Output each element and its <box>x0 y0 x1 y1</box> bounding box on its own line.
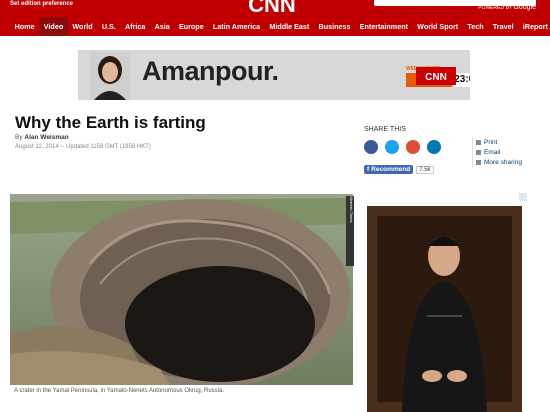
powered-by-label: POWERED BY <box>478 5 513 11</box>
nav-item-europe[interactable]: Europe <box>174 17 208 36</box>
nav-item-asia[interactable]: Asia <box>150 17 174 36</box>
top-bar: Set edition preference CNN POWERED BY Go… <box>0 0 550 36</box>
nav-item-world-sport[interactable]: World Sport <box>413 17 463 36</box>
ad-time-2: 23:00CET <box>454 73 470 87</box>
cnn-ad-logo: CNN <box>416 67 456 85</box>
share-icon <box>476 159 481 165</box>
ad-choices-icon[interactable] <box>519 193 527 201</box>
facebook-icon[interactable] <box>364 140 378 154</box>
print-label: Print <box>484 138 498 146</box>
article-headline: Why the Earth is farting <box>15 113 206 132</box>
facebook-small-icon: f <box>367 166 370 173</box>
facebook-recommend: f Recommend 7.5k <box>364 165 434 174</box>
more-sharing-label: More sharing <box>484 158 522 166</box>
main-nav: Home Video World U.S. Africa Asia Europe Latin … <box>10 17 550 36</box>
amanpour-ad-banner[interactable]: Amanpour. WEEKNIGHTS 20:00 23:00CET CNN <box>78 50 470 100</box>
print-icon <box>476 139 481 145</box>
share-icons <box>364 140 441 154</box>
nav-item-business[interactable]: Business <box>314 17 355 36</box>
article-date: August 12, 2014 -- Updated 1158 GMT (195… <box>15 144 151 150</box>
nav-item-middle-east[interactable]: Middle East <box>265 17 314 36</box>
nav-item-u-s-[interactable]: U.S. <box>97 17 120 36</box>
email-label: Email <box>484 148 501 156</box>
powered-by-google: POWERED BY Google <box>478 4 536 11</box>
google-brand: Google <box>513 4 536 11</box>
ad-title: Amanpour. <box>142 56 279 86</box>
cnn-logo[interactable]: CNN <box>222 0 322 17</box>
side-ad-image[interactable] <box>367 206 522 412</box>
twitter-icon[interactable] <box>385 140 399 154</box>
edition-preference-link[interactable]: Set edition preference <box>10 1 73 7</box>
more-sharing-link[interactable]: More sharing <box>476 157 522 167</box>
recommend-count: 7.5k <box>416 165 434 174</box>
article-byline: By Alan Weisman <box>15 134 69 141</box>
nav-item-tech[interactable]: Tech <box>463 17 488 36</box>
nav-item-latin-america[interactable]: Latin America <box>208 17 264 36</box>
byline-prefix: By <box>15 134 23 141</box>
recommend-button[interactable]: f Recommend <box>364 165 414 174</box>
nav-item-africa[interactable]: Africa <box>120 17 150 36</box>
logo-text: CNN <box>248 0 296 17</box>
crater-photo[interactable] <box>10 194 353 385</box>
author-link[interactable]: Alan Weisman <box>24 134 68 141</box>
nav-item-ireport[interactable]: iReport <box>518 17 550 36</box>
ad-brand-text: CNN <box>425 72 447 83</box>
recommend-label: Recommend <box>371 166 411 173</box>
nav-item-world[interactable]: World <box>68 17 97 36</box>
linkedin-icon[interactable] <box>427 140 441 154</box>
share-title: SHARE THIS <box>364 126 406 133</box>
side-links: Print Email More sharing <box>472 137 522 167</box>
nav-item-entertainment[interactable]: Entertainment <box>355 17 413 36</box>
print-link[interactable]: Print <box>476 137 522 147</box>
nav-item-travel[interactable]: Travel <box>488 17 518 36</box>
email-link[interactable]: Email <box>476 147 522 157</box>
google-plus-icon[interactable] <box>406 140 420 154</box>
nav-item-home[interactable]: Home <box>10 17 39 36</box>
nav-item-video[interactable]: Video <box>39 17 68 36</box>
photo-credit: Siberian Times <box>346 196 354 266</box>
anchor-photo <box>90 52 130 100</box>
email-icon <box>476 149 481 155</box>
photo-caption: A crater in the Yamal Peninsula, in Yama… <box>14 388 224 394</box>
